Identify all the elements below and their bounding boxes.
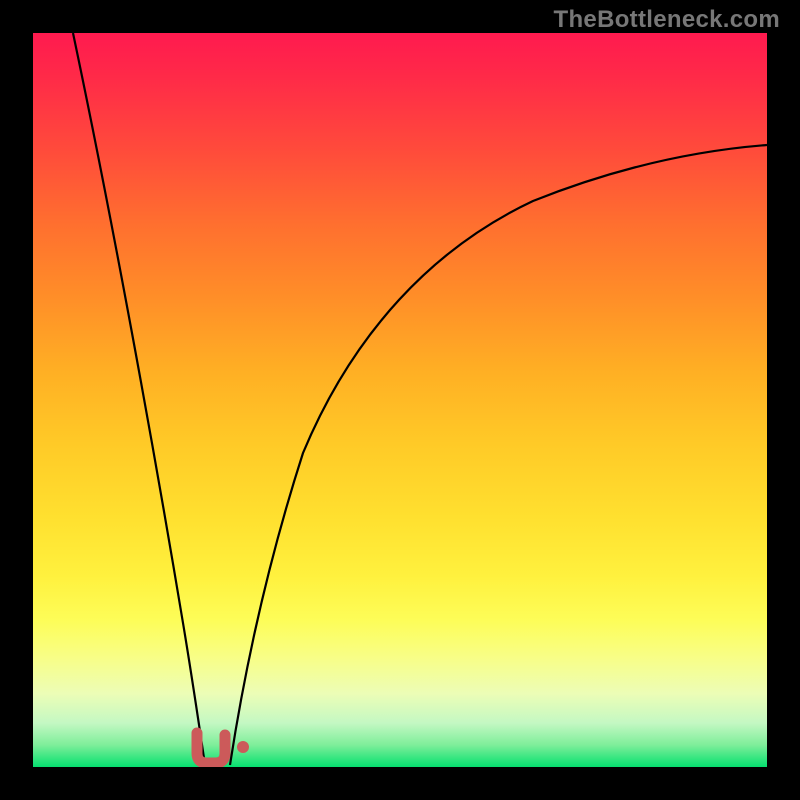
watermark-text: TheBottleneck.com xyxy=(554,6,780,34)
chart-svg xyxy=(33,33,767,767)
plot-area xyxy=(33,33,767,767)
small-dot-marker xyxy=(237,741,249,753)
right-curve xyxy=(230,145,767,765)
chart-frame: TheBottleneck.com xyxy=(0,0,800,800)
valley-marker xyxy=(197,733,225,763)
left-curve xyxy=(73,33,205,765)
